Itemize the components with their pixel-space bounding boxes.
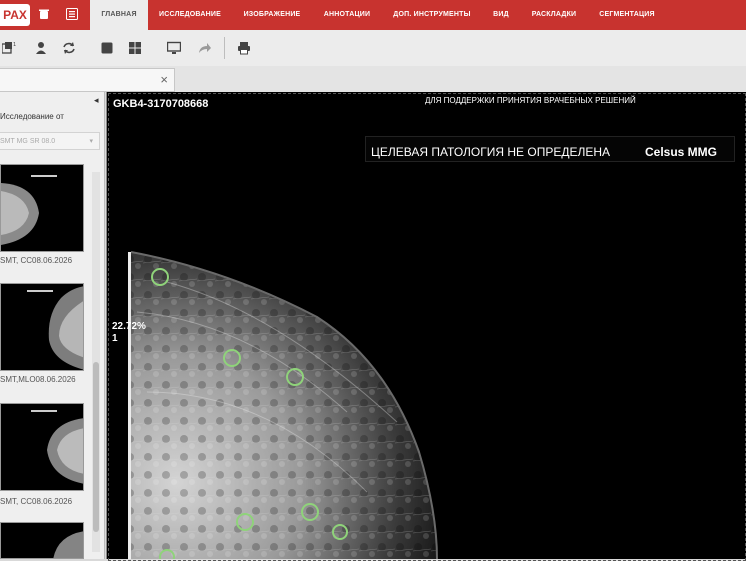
- series-thumbnail-label: SMT,MLO08.06.2026: [0, 375, 76, 384]
- ai-finding-marker[interactable]: [159, 549, 175, 559]
- mammogram-thumbnail-image: [27, 286, 83, 370]
- top-ribbon: PAX ГЛАВНАЯ ИССЛЕДОВАНИЕ ИЗОБРАЖЕНИЕ АНН…: [0, 0, 746, 30]
- ai-finding-marker[interactable]: [236, 513, 254, 531]
- toolbar-separator: [224, 37, 225, 59]
- tab-extra-tools[interactable]: ДОП. ИНСТРУМЕНТЫ: [386, 0, 478, 30]
- ai-finding-marker[interactable]: [301, 503, 319, 521]
- thumbnail-scrollbar[interactable]: [92, 172, 100, 552]
- download-icon[interactable]: [34, 41, 48, 55]
- ai-finding-marker[interactable]: [332, 524, 348, 540]
- scrollbar-thumb[interactable]: [93, 362, 99, 532]
- grid-layout-icon[interactable]: [128, 41, 142, 55]
- study-browser-panel: ◂ Исследование от SMT MG SR 08.0 ▾ SMT, …: [0, 92, 105, 559]
- app-logo: PAX: [0, 4, 30, 26]
- ai-finding-marker[interactable]: [151, 268, 169, 286]
- tab-view[interactable]: ВИД: [488, 0, 514, 30]
- chevron-down-icon: ▾: [89, 138, 93, 145]
- tab-image[interactable]: ИЗОБРАЖЕНИЕ: [236, 0, 308, 30]
- series-icon[interactable]: 1: [2, 41, 16, 55]
- series-thumbnail-label: SMT, CC08.06.2026: [0, 256, 73, 265]
- monitor-icon[interactable]: [167, 41, 181, 55]
- study-tab[interactable]: ×: [0, 68, 175, 92]
- tab-annotations[interactable]: АННОТАЦИИ: [318, 0, 376, 30]
- series-thumbnail-1[interactable]: [0, 164, 84, 252]
- print-icon[interactable]: [237, 41, 251, 55]
- ai-marker-layer: [151, 268, 348, 559]
- close-tab-icon[interactable]: ×: [160, 73, 168, 87]
- tab-layouts[interactable]: РАСКЛАДКИ: [526, 0, 582, 30]
- collapse-panel-icon[interactable]: ◂: [94, 95, 99, 106]
- mammogram-thumbnail-image: [53, 531, 83, 558]
- single-layout-icon[interactable]: [100, 41, 114, 55]
- mammogram-thumbnail-image: [1, 175, 57, 245]
- tab-study[interactable]: ИССЛЕДОВАНИЕ: [152, 0, 228, 30]
- share-icon[interactable]: [198, 41, 212, 55]
- study-select-value: SMT MG SR 08.0: [0, 138, 56, 145]
- trash-icon[interactable]: [38, 8, 50, 20]
- tab-home[interactable]: ГЛАВНАЯ: [90, 0, 148, 30]
- series-thumbnail-3[interactable]: [0, 403, 84, 491]
- refresh-icon[interactable]: [62, 41, 76, 55]
- ai-finding-marker[interactable]: [223, 349, 241, 367]
- series-thumbnail-label: SMT, CC08.06.2026: [0, 497, 73, 506]
- tab-segmentation[interactable]: СЕГМЕНТАЦИЯ: [592, 0, 662, 30]
- mammogram-thumbnail-image: [31, 410, 83, 484]
- document-tab-row: ×: [0, 66, 746, 92]
- series-thumbnail-4[interactable]: [0, 522, 84, 559]
- study-label: Исследование от: [0, 112, 64, 121]
- toolbar: 1: [0, 30, 746, 67]
- image-viewport[interactable]: GKB4-3170708668 ДЛЯ ПОДДЕРЖКИ ПРИНЯТИЯ В…: [106, 92, 746, 561]
- info-icon[interactable]: [66, 8, 78, 20]
- ai-finding-marker[interactable]: [286, 368, 304, 386]
- series-thumbnail-2[interactable]: [0, 283, 84, 371]
- study-select[interactable]: SMT MG SR 08.0 ▾: [0, 132, 100, 150]
- svg-text:1: 1: [13, 42, 16, 48]
